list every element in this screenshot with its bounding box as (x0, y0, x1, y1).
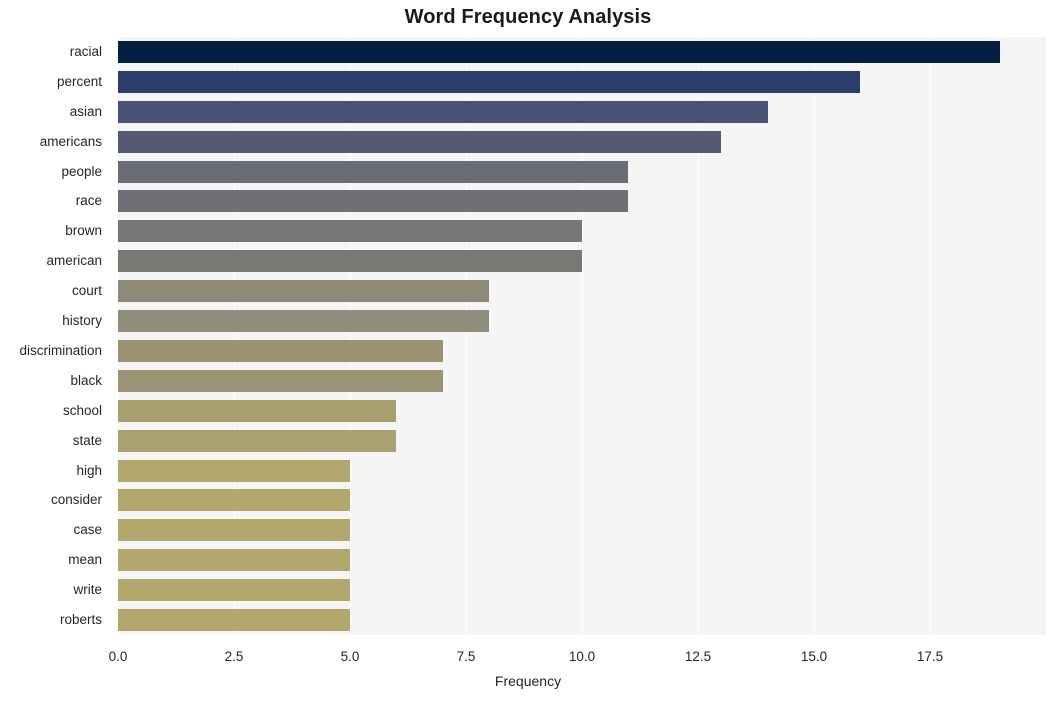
bar-consider (118, 489, 350, 512)
bar-row (118, 190, 1046, 213)
y-tick-label-roberts: roberts (59, 612, 102, 628)
bar-row (118, 280, 1046, 303)
bar-row (118, 579, 1046, 602)
bar-american (118, 250, 582, 273)
y-tick-label-asian: asian (69, 103, 102, 119)
bar-row (118, 369, 1046, 392)
bar-row (118, 100, 1046, 123)
bar-roberts (118, 609, 350, 632)
bar-asian (118, 100, 768, 123)
bar-race (118, 190, 629, 213)
bar-row (118, 310, 1046, 333)
page-title: Word Frequency Analysis (404, 6, 652, 28)
bar-racial (118, 40, 1000, 63)
y-tick-label-case: case (73, 522, 102, 538)
bar-row (118, 40, 1046, 63)
bar-discrimination (118, 339, 443, 362)
x-tick-label-2.5: 2.5 (224, 649, 244, 664)
bar-row (118, 250, 1046, 273)
bar-percent (118, 70, 861, 93)
y-tick-label-state: state (72, 432, 102, 448)
bar-state (118, 429, 397, 452)
y-tick-label-court: court (71, 283, 102, 299)
bar-row (118, 70, 1046, 93)
y-tick-label-racial: racial (69, 43, 102, 59)
x-tick-label-0.0: 0.0 (108, 649, 128, 664)
x-tick-label-17.5: 17.5 (916, 649, 944, 664)
x-tick-label-10.0: 10.0 (568, 649, 596, 664)
y-tick-label-american: american (46, 253, 102, 269)
bar-brown (118, 220, 582, 243)
bar-people (118, 160, 629, 183)
y-tick-label-mean: mean (68, 552, 102, 568)
x-tick-label-15.0: 15.0 (800, 649, 828, 664)
bar-row (118, 220, 1046, 243)
bar-row (118, 160, 1046, 183)
bar-row (118, 519, 1046, 542)
bar-school (118, 399, 397, 422)
bar-history (118, 310, 490, 333)
y-tick-label-race: race (75, 193, 102, 209)
x-tick-label-12.5: 12.5 (684, 649, 712, 664)
bar-mean (118, 549, 350, 572)
y-axis-labels: racial percent asian americans people race bro… (0, 37, 110, 635)
y-tick-label-high: high (76, 462, 102, 478)
y-tick-label-brown: brown (65, 223, 102, 239)
y-tick-label-school: school (62, 402, 102, 418)
bar-row (118, 339, 1046, 362)
plot-area (118, 37, 1046, 635)
x-tick-label-5.0: 5.0 (340, 649, 360, 664)
bar-row (118, 609, 1046, 632)
y-tick-label-history: history (62, 313, 102, 329)
y-tick-label-people: people (61, 163, 102, 179)
x-axis-title: Frequency (494, 673, 562, 689)
y-tick-label-black: black (70, 372, 102, 388)
y-tick-label-write: write (73, 582, 102, 598)
y-tick-label-consider: consider (50, 492, 102, 508)
bar-row (118, 549, 1046, 572)
bar-court (118, 280, 490, 303)
bar-black (118, 369, 443, 392)
y-tick-label-americans: americans (39, 133, 102, 149)
bar-row (118, 459, 1046, 482)
y-tick-label-percent: percent (56, 73, 102, 89)
bar-americans (118, 130, 722, 153)
bar-high (118, 459, 350, 482)
x-axis-ticks: 0.0 2.5 5.0 7.5 10.0 12.5 15.0 17.5 (109, 635, 1046, 665)
bar-row (118, 489, 1046, 512)
bar-write (118, 579, 350, 602)
bar-series (118, 37, 1046, 635)
bar-case (118, 519, 350, 542)
bar-row (118, 130, 1046, 153)
y-tick-label-discrimination: discrimination (19, 342, 102, 358)
bar-row (118, 429, 1046, 452)
word-frequency-chart-figure: Word Frequency Analysis racial percent asi… (0, 0, 1056, 701)
bar-row (118, 399, 1046, 422)
x-tick-label-7.5: 7.5 (456, 649, 476, 664)
